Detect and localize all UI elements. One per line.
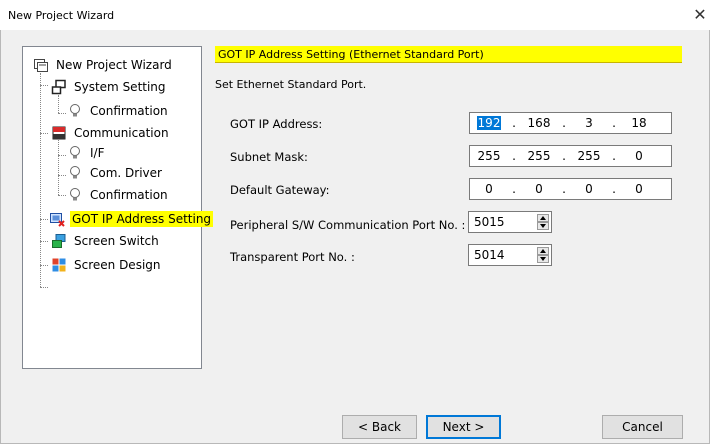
tree-item-label: Com. Driver <box>90 166 162 180</box>
tree-connector <box>40 287 48 288</box>
tree-connector <box>40 241 48 242</box>
screen-design-icon <box>52 258 66 272</box>
tree-item-if[interactable]: I/F <box>67 143 106 163</box>
back-button[interactable]: < Back <box>342 415 417 439</box>
tree-connector <box>40 265 48 266</box>
spin-down-button[interactable] <box>537 222 549 230</box>
tree-item-label: New Project Wizard <box>56 58 172 72</box>
ip-octet[interactable]: 3 <box>570 116 608 130</box>
ip-octet[interactable]: 255 <box>570 149 608 163</box>
ip-separator: . <box>612 149 616 163</box>
tree-item-label: System Setting <box>74 80 166 94</box>
tree-item-screen-design[interactable]: Screen Design <box>51 255 163 275</box>
tree-connector <box>40 85 48 86</box>
system-setting-icon <box>51 79 66 95</box>
communication-icon <box>52 126 66 140</box>
ip-octet[interactable]: 192 <box>470 116 508 130</box>
tree-item-label: I/F <box>90 146 105 160</box>
peripheral-port-spinner[interactable]: 5015 <box>468 211 552 233</box>
tree-item-label: Screen Switch <box>74 234 159 248</box>
transparent-port-value[interactable]: 5014 <box>474 248 505 262</box>
tree-item-label: Confirmation <box>90 104 168 118</box>
peripheral-port-label: Peripheral S/W Communication Port No. : <box>230 218 466 232</box>
ip-octet[interactable]: 0 <box>470 182 508 196</box>
subnet-mask-label: Subnet Mask: <box>230 150 308 164</box>
default-gateway-label: Default Gateway: <box>230 183 330 197</box>
got-ip-icon <box>50 213 65 227</box>
tree-item-confirmation-2[interactable]: Confirmation <box>67 185 170 205</box>
ip-separator: . <box>562 116 566 130</box>
ip-separator: . <box>512 182 516 196</box>
default-gateway-input[interactable]: 0 . 0 . 0 . 0 <box>469 178 672 200</box>
subnet-mask-input[interactable]: 255 . 255 . 255 . 0 <box>469 145 672 167</box>
tree-connector <box>58 113 66 114</box>
close-icon[interactable]: ✕ <box>693 5 707 24</box>
tree-item-label: Communication <box>74 126 169 140</box>
ip-octet[interactable]: 18 <box>620 116 658 130</box>
tree-connector <box>58 195 66 196</box>
tree-item-got-ip-address-setting[interactable]: GOT IP Address Setting <box>49 209 214 229</box>
got-ip-address-label: GOT IP Address: <box>230 117 323 131</box>
tree-item-screen-switch[interactable]: Screen Switch <box>51 231 161 251</box>
cancel-button[interactable]: Cancel <box>602 415 683 439</box>
ip-octet[interactable]: 0 <box>620 149 658 163</box>
wizard-step-tree[interactable]: New Project Wizard System Setting Confir… <box>22 46 214 369</box>
spin-up-button[interactable] <box>537 247 549 255</box>
tree-connector <box>58 175 66 176</box>
ip-octet[interactable]: 255 <box>470 149 508 163</box>
tree-connector <box>58 155 66 156</box>
tree-item-label: Confirmation <box>90 188 168 202</box>
ip-octet[interactable]: 255 <box>520 149 558 163</box>
tree-item-label: GOT IP Address Setting <box>70 211 214 227</box>
section-subtitle: Set Ethernet Standard Port. <box>215 78 367 91</box>
ip-octet[interactable]: 0 <box>620 182 658 196</box>
ip-octet[interactable]: 0 <box>570 182 608 196</box>
tree-item-label: Screen Design <box>74 258 161 272</box>
wizard-icon <box>34 59 48 72</box>
ip-separator: . <box>612 182 616 196</box>
tree-item-confirmation[interactable]: Confirmation <box>67 101 170 121</box>
tree-item-communication[interactable]: Communication <box>51 123 171 143</box>
ip-separator: . <box>512 149 516 163</box>
tree-connector <box>40 219 48 220</box>
ip-separator: . <box>562 182 566 196</box>
lightbulb-icon <box>70 188 80 201</box>
tree-connector <box>58 95 59 113</box>
got-ip-address-input[interactable]: 192 . 168 . 3 . 18 <box>469 112 672 134</box>
ip-octet[interactable]: 168 <box>520 116 558 130</box>
ip-separator: . <box>512 116 516 130</box>
lightbulb-icon <box>70 146 80 159</box>
transparent-port-spinner[interactable]: 5014 <box>468 244 552 266</box>
transparent-port-label: Transparent Port No. : <box>230 250 355 264</box>
tree-connector <box>58 137 59 195</box>
tree-item-com-driver[interactable]: Com. Driver <box>67 163 164 183</box>
tree-item-new-project-wizard[interactable]: New Project Wizard <box>33 55 174 75</box>
lightbulb-icon <box>70 166 80 179</box>
next-button[interactable]: Next > <box>426 415 501 439</box>
tree-connector <box>40 73 41 287</box>
lightbulb-icon <box>70 104 80 117</box>
tree-connector <box>40 133 48 134</box>
ip-separator: . <box>612 116 616 130</box>
spin-up-button[interactable] <box>537 214 549 222</box>
peripheral-port-value[interactable]: 5015 <box>474 215 505 229</box>
ip-octet[interactable]: 0 <box>520 182 558 196</box>
screen-switch-icon <box>52 234 66 248</box>
section-heading: GOT IP Address Setting (Ethernet Standar… <box>215 46 682 63</box>
tree-item-system-setting[interactable]: System Setting <box>51 77 168 97</box>
spin-down-button[interactable] <box>537 255 549 263</box>
title-bar: New Project Wizard ✕ <box>0 0 710 30</box>
ip-separator: . <box>562 149 566 163</box>
window-title: New Project Wizard <box>8 9 115 22</box>
